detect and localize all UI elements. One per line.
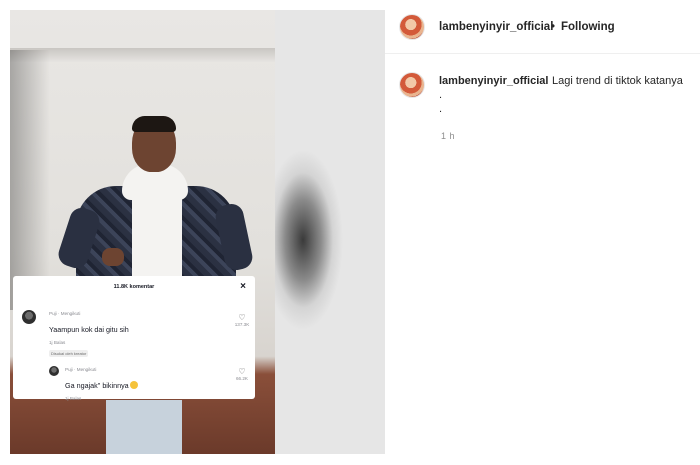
comment-meta: 1j Balas xyxy=(65,396,82,401)
caption-username[interactable]: lambenyinyir_official xyxy=(439,75,548,87)
heart-icon: ♡ xyxy=(238,313,246,322)
close-icon: × xyxy=(240,281,246,292)
comment-like: ♡ 137.3K xyxy=(231,313,253,328)
creator-liked-tag: Disukai oleh kreator xyxy=(49,350,89,357)
following-button[interactable]: Following xyxy=(561,21,615,33)
commenter-avatar xyxy=(49,366,59,376)
jeans xyxy=(106,400,182,454)
commenter-avatar xyxy=(22,310,36,324)
heart-icon: ♡ xyxy=(238,367,246,376)
post-timestamp[interactable]: 1 h xyxy=(441,131,455,141)
caption-text: Lagi trend di tiktok katanya xyxy=(552,75,683,87)
hand xyxy=(102,248,124,266)
comment-text-content: Ga ngajak" bikinnya xyxy=(65,381,129,390)
comment-meta: 1j Balas xyxy=(49,340,66,345)
blurred-background-panel xyxy=(275,10,385,454)
post-sidebar: lambenyinyir_official • Following lamben… xyxy=(385,0,700,465)
caption-dot: . xyxy=(439,89,443,101)
caption-dot: . xyxy=(439,103,443,115)
post-header: lambenyinyir_official • Following xyxy=(385,0,700,54)
commenter-name: Puji · Mengikuti xyxy=(65,367,97,372)
comment-text: Yaampun kok dai gitu sih xyxy=(49,325,129,334)
profile-avatar[interactable] xyxy=(399,14,425,40)
post-media[interactable]: 11.8K komentar × Puji · Mengikuti Yaampu… xyxy=(10,10,385,454)
wall-shadow xyxy=(10,50,50,310)
like-count: 66.2K xyxy=(235,376,248,381)
tiktok-video-frame: 11.8K komentar × Puji · Mengikuti Yaampu… xyxy=(10,10,275,454)
commenter-name: Puji · Mengikuti xyxy=(49,311,81,316)
tiktok-comment-sheet: 11.8K komentar × Puji · Mengikuti Yaampu… xyxy=(13,276,255,401)
instagram-post-frame: 11.8K komentar × Puji · Mengikuti Yaampu… xyxy=(0,0,700,465)
comment-text: Ga ngajak" bikinnya xyxy=(65,381,138,390)
header-username[interactable]: lambenyinyir_official xyxy=(439,21,553,33)
like-count: 137.3K xyxy=(234,322,250,327)
caption-avatar[interactable] xyxy=(399,72,425,98)
smirk-emoji-icon xyxy=(129,381,138,389)
hair xyxy=(132,116,176,132)
header-separator: • xyxy=(551,21,556,33)
comment-count: 11.8K komentar xyxy=(113,284,155,290)
comment-like: ♡ 66.2K xyxy=(231,367,253,382)
